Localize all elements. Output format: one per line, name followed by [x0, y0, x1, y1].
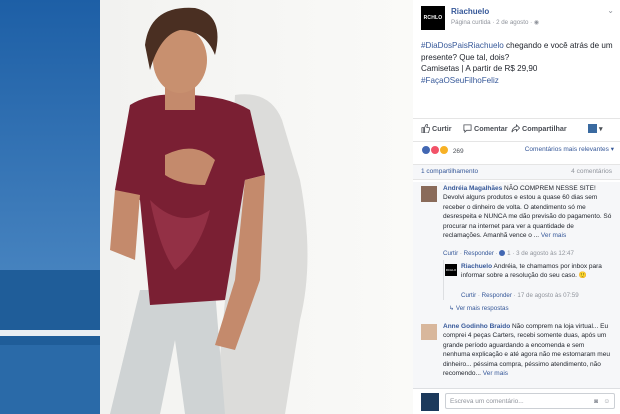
- comment-sort-label: Comentários mais relevantes: [524, 146, 609, 153]
- page-name[interactable]: Riachuelo: [451, 7, 489, 16]
- comment-composer: Escreva um comentário... ◙ ☺: [413, 388, 620, 414]
- comment-author[interactable]: Anne Godinho Braido: [443, 323, 510, 330]
- share-as-selector[interactable]: ▾: [588, 124, 603, 133]
- comment-meta: Curtir · Responder · 17 de agosto às 07:…: [461, 292, 579, 299]
- post-sidebar: RCHLO Riachuelo Página curtida · 2 de ag…: [413, 0, 620, 414]
- page-avatar[interactable]: RCHLO: [421, 6, 445, 30]
- caret-down-icon: ▾: [599, 124, 603, 133]
- hashtag-link[interactable]: #DiaDosPaisRiachuelo: [421, 41, 504, 50]
- action-bar: Curtir Comentar Compartilhar ▾: [413, 118, 620, 142]
- comment-sort-dropdown[interactable]: Comentários mais relevantes ▾: [525, 145, 614, 153]
- comment-like-link[interactable]: Curtir: [461, 292, 476, 299]
- comment-button[interactable]: Comentar: [463, 124, 508, 134]
- share-icon: [511, 123, 521, 133]
- post-photo[interactable]: [0, 0, 413, 414]
- avatar[interactable]: [421, 393, 439, 411]
- post-meta: Página curtida · 2 de agosto · ◉: [451, 19, 540, 26]
- comment-date[interactable]: 17 de agosto às 07:59: [517, 292, 578, 299]
- see-more-link[interactable]: Ver mais: [483, 370, 508, 377]
- thumbs-up-icon: [421, 123, 431, 134]
- camera-icon[interactable]: ◙: [594, 394, 598, 410]
- comment-author[interactable]: Andréia Magalhães: [443, 185, 502, 192]
- comment-reaction-count[interactable]: 1: [507, 250, 510, 257]
- like-button[interactable]: Curtir: [421, 123, 452, 134]
- comment-placeholder: Escreva um comentário...: [450, 398, 524, 405]
- post-body-price: Camisetas | A partir de R$ 29,90: [421, 64, 538, 73]
- hashtag-link[interactable]: #FaçaOSeuFilhoFeliz: [421, 76, 499, 85]
- comments-list: Andréia Magalhães NÃO COMPREM NESSE SITE…: [413, 182, 620, 388]
- comment-icon: [463, 124, 472, 134]
- page-liked-label: Página curtida: [451, 19, 491, 26]
- post-header: RCHLO Riachuelo Página curtida · 2 de ag…: [421, 6, 616, 30]
- comment-reply-link[interactable]: Responder: [464, 250, 494, 257]
- page-mini-avatar: [588, 124, 597, 133]
- reaction-count[interactable]: 269: [453, 148, 464, 155]
- like-label: Curtir: [432, 124, 452, 133]
- share-label: Compartilhar: [522, 124, 567, 133]
- avatar[interactable]: RCHLO: [445, 264, 457, 276]
- globe-icon: ◉: [533, 19, 540, 26]
- more-replies-link[interactable]: ↳ Ver mais respostas: [449, 305, 509, 312]
- shares-link[interactable]: 1 compartilhamento: [421, 168, 478, 175]
- sticker-icon[interactable]: ☺: [603, 394, 610, 410]
- post-stats: 1 compartilhamento 4 comentários: [413, 164, 620, 180]
- photo-image: [0, 0, 413, 414]
- post-text: #DiaDosPaisRiachuelo chegando e você atr…: [421, 40, 614, 86]
- avatar[interactable]: [421, 324, 437, 340]
- reply-arrow-icon: ↳: [449, 305, 455, 312]
- comment-reply-link[interactable]: Responder: [482, 292, 512, 299]
- list-item: Andréia Magalhães NÃO COMPREM NESSE SITE…: [443, 184, 613, 240]
- avatar[interactable]: [421, 186, 437, 202]
- more-replies-label: Ver mais respostas: [455, 305, 509, 312]
- comment-count[interactable]: 4 comentários: [571, 168, 612, 175]
- comment-label: Comentar: [474, 124, 508, 133]
- comment-date[interactable]: 3 de agosto às 12:47: [516, 250, 574, 257]
- list-item: Riachuelo Andréia, te chamamos por inbox…: [461, 262, 613, 281]
- reply-thread-line: [443, 260, 444, 300]
- chevron-down-icon[interactable]: ⌄: [607, 6, 614, 15]
- comment-author[interactable]: Riachuelo: [461, 263, 492, 270]
- list-item: Anne Godinho Braido Não comprem na loja …: [443, 322, 613, 378]
- comment-input[interactable]: Escreva um comentário... ◙ ☺: [445, 393, 615, 409]
- comment-text: NÃO COMPREM NESSE SITE! Devolvi alguns p…: [443, 185, 612, 240]
- comment-like-link[interactable]: Curtir: [443, 250, 458, 257]
- share-button[interactable]: Compartilhar: [511, 123, 567, 133]
- haha-reaction-icon: [439, 145, 449, 155]
- see-more-link[interactable]: Ver mais: [541, 232, 566, 239]
- post-date[interactable]: 2 de agosto: [496, 19, 528, 26]
- comment-text: Não comprem na loja virtual... Eu compre…: [443, 323, 610, 378]
- like-reaction-icon: [499, 250, 506, 256]
- reactions-row: 269 Comentários mais relevantes ▾: [421, 145, 614, 157]
- comment-meta: Curtir · Responder · 1 · 3 de agosto às …: [443, 250, 574, 257]
